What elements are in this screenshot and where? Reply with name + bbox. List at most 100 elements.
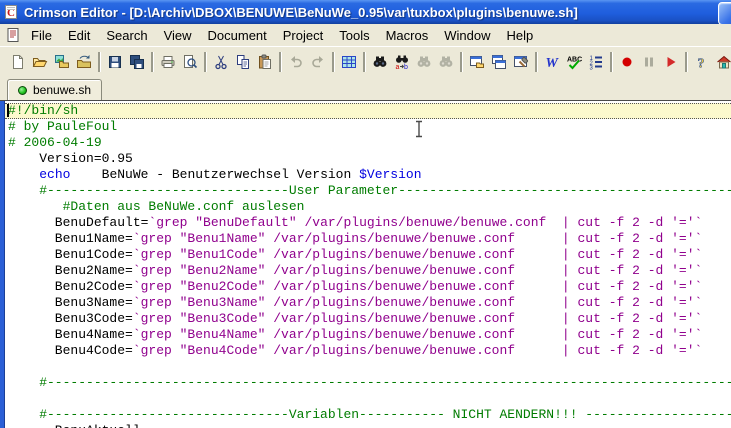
copy-icon — [235, 54, 251, 70]
menu-edit[interactable]: Edit — [60, 26, 98, 45]
file-status-icon — [18, 86, 27, 95]
paste-button[interactable] — [254, 51, 276, 73]
copy-button[interactable] — [232, 51, 254, 73]
code-line[interactable]: Benu4Code=`grep "Benu4Code" /var/plugins… — [5, 343, 731, 359]
toolbar-separator — [279, 52, 282, 72]
code-segment-string: `grep "Benu2Name" /var/plugins/benuwe/be… — [133, 263, 703, 278]
code-line[interactable] — [5, 391, 731, 407]
redo-button[interactable] — [307, 51, 329, 73]
play-macro-icon — [663, 54, 679, 70]
new-file-button[interactable] — [7, 51, 29, 73]
code-line[interactable]: Benu1Name=`grep "Benu1Name" /var/plugins… — [5, 231, 731, 247]
code-line[interactable]: Benu2Name=`grep "Benu2Name" /var/plugins… — [5, 263, 731, 279]
pause-macro-icon — [641, 54, 657, 70]
toolbar-separator — [151, 52, 154, 72]
menu-macros[interactable]: Macros — [378, 26, 437, 45]
help-button[interactable]: ? — [691, 51, 713, 73]
line-numbers-icon: 123 — [588, 54, 604, 70]
open-file-button[interactable] — [29, 51, 51, 73]
code-line[interactable]: Benu4Name=`grep "Benu4Name" /var/plugins… — [5, 327, 731, 343]
find-button[interactable] — [369, 51, 391, 73]
code-segment-string: `grep "Benu4Name" /var/plugins/benuwe/be… — [133, 327, 703, 342]
code-segment-string: `grep "Benu4Code" /var/plugins/benuwe/be… — [133, 343, 703, 358]
code-segment-plain: Benu2Name= — [8, 263, 133, 278]
cut-button[interactable] — [210, 51, 232, 73]
code-line[interactable]: Version=0.95 — [5, 151, 731, 167]
code-segment-plain: Benu4Code= — [8, 343, 133, 358]
word-wrap-button[interactable]: W — [541, 51, 563, 73]
menu-document[interactable]: Document — [200, 26, 275, 45]
save-button[interactable] — [104, 51, 126, 73]
preferences-button[interactable] — [510, 51, 532, 73]
code-line[interactable]: Benu2Code=`grep "Benu2Code" /var/plugins… — [5, 279, 731, 295]
toolbar-separator — [460, 52, 463, 72]
minimize-button[interactable] — [718, 2, 731, 25]
menu-help[interactable]: Help — [498, 26, 541, 45]
print-button[interactable] — [157, 51, 179, 73]
menu-tools[interactable]: Tools — [331, 26, 377, 45]
tab-bar: benuwe.sh — [0, 77, 731, 100]
help-icon: ? — [694, 54, 710, 70]
code-segment-comment: #-------------------------------User Par… — [8, 183, 731, 198]
toolbar-separator — [685, 52, 688, 72]
code-line[interactable] — [5, 359, 731, 375]
pause-macro-button[interactable] — [638, 51, 660, 73]
code-segment-plain: Version=0.95 — [8, 151, 133, 166]
save-all-button[interactable] — [126, 51, 148, 73]
code-line[interactable]: #-------------------------------User Par… — [5, 183, 731, 199]
code-line[interactable]: BenuAktuell= — [5, 423, 731, 428]
code-line[interactable]: #---------------------------------------… — [5, 375, 731, 391]
replace-button[interactable]: ab — [391, 51, 413, 73]
code-line[interactable]: # by PauleFoul — [5, 119, 731, 135]
code-segment-comment: #---------------------------------------… — [8, 375, 731, 390]
print-preview-button[interactable] — [179, 51, 201, 73]
undo-button[interactable] — [285, 51, 307, 73]
menu-search[interactable]: Search — [98, 26, 155, 45]
code-area[interactable]: #!/bin/sh# by PauleFoul# 2006-04-19 Vers… — [5, 101, 731, 428]
find-next-button[interactable] — [413, 51, 435, 73]
project-window-button[interactable] — [466, 51, 488, 73]
code-segment-string: `grep "BenuDefault" /var/plugins/benuwe/… — [148, 215, 702, 230]
tab-benuwe-sh[interactable]: benuwe.sh — [7, 79, 102, 100]
code-line[interactable]: Benu3Code=`grep "Benu3Code" /var/plugins… — [5, 311, 731, 327]
code-editor[interactable]: #!/bin/sh# by PauleFoul# 2006-04-19 Vers… — [0, 100, 731, 428]
code-line[interactable]: # 2006-04-19 — [5, 135, 731, 151]
code-line[interactable]: #!/bin/sh — [5, 103, 731, 119]
code-line[interactable]: Benu1Code=`grep "Benu1Code" /var/plugins… — [5, 247, 731, 263]
replace-icon: ab — [394, 54, 410, 70]
code-line[interactable]: #Daten aus BeNuWe.conf auslesen — [5, 199, 731, 215]
code-segment-string: `grep "Benu1Name" /var/plugins/benuwe/be… — [133, 231, 703, 246]
save-icon — [107, 54, 123, 70]
code-segment-string: `grep "Benu3Code" /var/plugins/benuwe/be… — [133, 311, 703, 326]
preferences-icon — [513, 54, 529, 70]
spell-check-button[interactable]: ABC — [563, 51, 585, 73]
toolbar-separator — [204, 52, 207, 72]
code-line[interactable]: #-------------------------------Variable… — [5, 407, 731, 423]
record-macro-button[interactable] — [616, 51, 638, 73]
title-bar[interactable]: C Crimson Editor - [D:\Archiv\DBOX\BENUW… — [0, 0, 731, 24]
code-segment-keyword: $Version — [359, 167, 421, 182]
code-line[interactable]: Benu3Name=`grep "Benu3Name" /var/plugins… — [5, 295, 731, 311]
close-file-button[interactable] — [73, 51, 95, 73]
home-button[interactable] — [713, 51, 731, 73]
open-remote-file-button[interactable] — [51, 51, 73, 73]
code-line[interactable]: BenuDefault=`grep "BenuDefault" /var/plu… — [5, 215, 731, 231]
find-prev-button[interactable] — [435, 51, 457, 73]
crimson-editor-window: { "window": { "title": "Crimson Editor -… — [0, 0, 731, 427]
tab-label: benuwe.sh — [33, 83, 91, 97]
grid-button[interactable] — [338, 51, 360, 73]
code-segment-comment: # 2006-04-19 — [8, 135, 102, 150]
menu-file[interactable]: File — [23, 26, 60, 45]
output-window-button[interactable] — [488, 51, 510, 73]
text-caret — [7, 104, 9, 117]
code-segment-plain: Benu1Code= — [8, 247, 133, 262]
line-numbers-button[interactable]: 123 — [585, 51, 607, 73]
menu-window[interactable]: Window — [436, 26, 498, 45]
window-title: Crimson Editor - [D:\Archiv\DBOX\BENUWE\… — [24, 5, 578, 20]
menu-project[interactable]: Project — [275, 26, 331, 45]
menu-view[interactable]: View — [156, 26, 200, 45]
play-macro-button[interactable] — [660, 51, 682, 73]
code-line[interactable]: echo BeNuWe - Benutzerwechsel Version $V… — [5, 167, 731, 183]
code-segment-comment: # by PauleFoul — [8, 119, 117, 134]
code-segment-plain: Benu2Code= — [8, 279, 133, 294]
